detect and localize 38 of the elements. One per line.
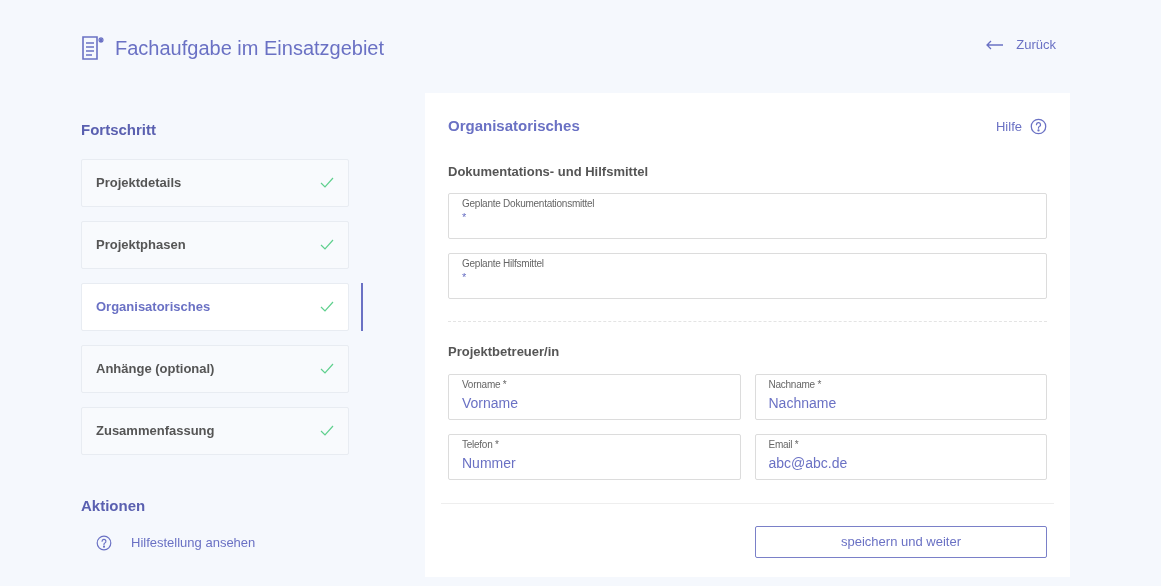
input-field[interactable]: Telefon * Nummer [448, 433, 741, 480]
progress-step[interactable]: Organisatorisches [81, 282, 349, 331]
progress-step[interactable]: Projektdetails [81, 158, 349, 207]
field-label: Geplante Dokumentationsmittel [462, 197, 596, 211]
required-mark: * [462, 271, 467, 283]
help-link[interactable]: Hilfestellung ansehen [81, 533, 256, 553]
progress-step[interactable]: Zusammenfassung [81, 406, 349, 455]
arrow-left-icon [986, 39, 1005, 50]
input-field[interactable]: Geplante Hilfsmittel * [448, 253, 1047, 299]
text-input[interactable]: abc@abc.de [768, 451, 1033, 474]
progress-step[interactable]: Anhänge (optional) [81, 344, 349, 393]
text-input[interactable]: Nummer [462, 451, 727, 474]
document-icon [81, 35, 105, 61]
help-link[interactable]: Hilfe [996, 116, 1047, 136]
required-mark: * [462, 211, 467, 223]
back-link[interactable]: Zurück [986, 35, 1056, 55]
section-heading: Aktionen [81, 495, 147, 516]
text-input[interactable]: Vorname [462, 391, 727, 414]
input-field[interactable]: Vorname * Vorname [448, 373, 741, 420]
input-field[interactable]: Nachname * Nachname [754, 373, 1047, 420]
section-heading: Dokumentations- und Hilfsmittel [448, 162, 650, 181]
input-field[interactable]: Email * abc@abc.de [754, 433, 1047, 480]
page-title: Fachaufgabe im Einsatzgebiet [115, 36, 385, 61]
form-title: Organisatorisches [448, 116, 580, 136]
field-label: Nachname * [768, 377, 823, 392]
input-field[interactable]: Geplante Dokumentationsmittel * [448, 193, 1047, 239]
section-heading: Fortschritt [81, 120, 157, 140]
section-heading: Projektbetreuer/in [448, 343, 561, 361]
help-icon [1030, 117, 1047, 135]
field-label: Vorname * [462, 377, 508, 392]
field-label: Telefon * [462, 437, 500, 452]
submit-button[interactable]: speichern und weiter [755, 525, 1047, 558]
text-input[interactable]: Nachname [768, 391, 1033, 414]
field-label: Geplante Hilfsmittel [462, 257, 545, 271]
help-icon [96, 534, 112, 551]
field-label: Email * [768, 437, 800, 452]
active-indicator [361, 282, 363, 331]
progress-step[interactable]: Projektphasen [81, 220, 349, 269]
